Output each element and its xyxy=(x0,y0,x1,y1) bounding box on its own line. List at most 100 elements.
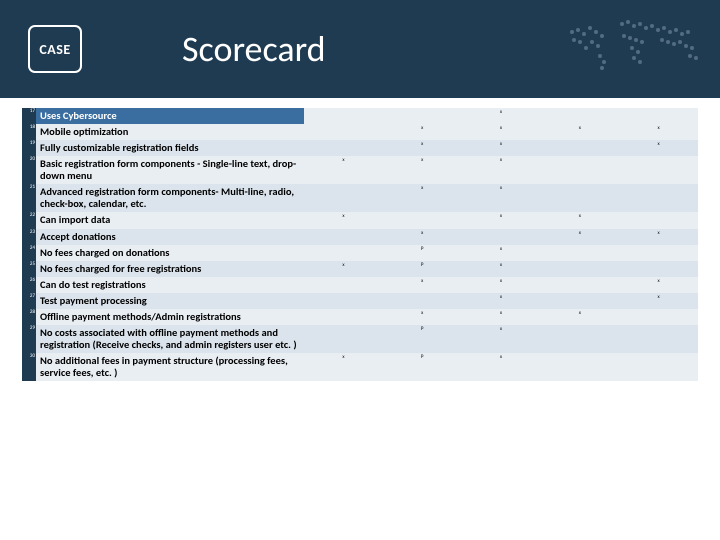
row-label: Test payment processing xyxy=(36,293,304,309)
cell-mark xyxy=(304,229,383,245)
row-number: 29 xyxy=(22,325,36,353)
table-row: 18Mobile optimizationxxxx xyxy=(22,124,698,140)
table-row: 28Offline payment methods/Admin registra… xyxy=(22,309,698,325)
cell-mark: x xyxy=(383,140,462,156)
row-label: Fully customizable registration fields xyxy=(36,140,304,156)
table-row: 21Advanced registration form components-… xyxy=(22,184,698,212)
row-label: No fees charged on donations xyxy=(36,245,304,261)
cell-mark: x xyxy=(462,353,541,381)
cell-mark: P xyxy=(383,261,462,277)
cell-mark xyxy=(619,108,698,124)
cell-mark: x xyxy=(383,229,462,245)
cell-mark xyxy=(540,156,619,184)
cell-mark xyxy=(304,140,383,156)
row-number: 25 xyxy=(22,261,36,277)
cell-mark xyxy=(304,184,383,212)
cell-mark xyxy=(462,229,541,245)
cell-mark xyxy=(304,277,383,293)
cell-mark: x xyxy=(462,309,541,325)
table-row: 19Fully customizable registration fields… xyxy=(22,140,698,156)
cell-mark: x xyxy=(383,309,462,325)
table-row: 24No fees charged on donationsPx xyxy=(22,245,698,261)
cell-mark xyxy=(619,325,698,353)
cell-mark: x xyxy=(462,277,541,293)
row-number: 18 xyxy=(22,124,36,140)
row-number: 19 xyxy=(22,140,36,156)
cell-mark xyxy=(383,212,462,228)
cell-mark xyxy=(540,245,619,261)
cell-mark: x xyxy=(383,184,462,212)
cell-mark: P xyxy=(383,245,462,261)
cell-mark xyxy=(619,353,698,381)
table-row: 17Uses Cybersourcex xyxy=(22,108,698,124)
row-label: Accept donations xyxy=(36,229,304,245)
row-number: 20 xyxy=(22,156,36,184)
cell-mark xyxy=(304,124,383,140)
slide-header: CASE Scorecard xyxy=(0,0,720,98)
row-label: Can import data xyxy=(36,212,304,228)
cell-mark: x xyxy=(462,124,541,140)
cell-mark: P xyxy=(383,353,462,381)
cell-mark xyxy=(619,156,698,184)
cell-mark: x xyxy=(619,277,698,293)
row-number: 22 xyxy=(22,212,36,228)
cell-mark: x xyxy=(304,156,383,184)
cell-mark: x xyxy=(462,108,541,124)
row-label: Uses Cybersource xyxy=(36,108,304,124)
cell-mark: x xyxy=(462,261,541,277)
cell-mark xyxy=(540,293,619,309)
table-row: 27Test payment processingxx xyxy=(22,293,698,309)
cell-mark: x xyxy=(540,229,619,245)
row-number: 28 xyxy=(22,309,36,325)
table-row: 25No fees charged for free registrations… xyxy=(22,261,698,277)
row-label: Advanced registration form components- M… xyxy=(36,184,304,212)
cell-mark: x xyxy=(304,261,383,277)
cell-mark: x xyxy=(462,184,541,212)
row-number: 23 xyxy=(22,229,36,245)
cell-mark: x xyxy=(462,140,541,156)
cell-mark xyxy=(540,277,619,293)
cell-mark xyxy=(540,261,619,277)
table-row: 26Can do test registrationsxxx xyxy=(22,277,698,293)
cell-mark xyxy=(304,293,383,309)
cell-mark xyxy=(619,245,698,261)
cell-mark xyxy=(383,108,462,124)
cell-mark: x xyxy=(462,245,541,261)
case-logo: CASE xyxy=(28,25,82,73)
cell-mark xyxy=(383,293,462,309)
row-label: Can do test registrations xyxy=(36,277,304,293)
row-number: 26 xyxy=(22,277,36,293)
cell-mark xyxy=(540,325,619,353)
cell-mark: x xyxy=(304,353,383,381)
cell-mark xyxy=(540,184,619,212)
logo-text: CASE xyxy=(39,41,70,58)
cell-mark: x xyxy=(619,124,698,140)
table-row: 23Accept donationsxxx xyxy=(22,229,698,245)
world-map-icon xyxy=(562,12,712,82)
cell-mark: x xyxy=(383,124,462,140)
scorecard-table: 17Uses Cybersourcex18Mobile optimization… xyxy=(22,108,698,381)
scorecard-content: 17Uses Cybersourcex18Mobile optimization… xyxy=(0,98,720,381)
row-label: Offline payment methods/Admin registrati… xyxy=(36,309,304,325)
cell-mark xyxy=(540,140,619,156)
table-row: 30No additional fees in payment structur… xyxy=(22,353,698,381)
cell-mark: P xyxy=(383,325,462,353)
cell-mark: x xyxy=(383,156,462,184)
row-number: 21 xyxy=(22,184,36,212)
cell-mark xyxy=(304,309,383,325)
table-row: 29No costs associated with offline payme… xyxy=(22,325,698,353)
cell-mark: x xyxy=(540,309,619,325)
cell-mark xyxy=(304,245,383,261)
cell-mark xyxy=(619,309,698,325)
row-label: No fees charged for free registrations xyxy=(36,261,304,277)
cell-mark: x xyxy=(383,277,462,293)
cell-mark xyxy=(619,212,698,228)
cell-mark: x xyxy=(462,212,541,228)
cell-mark: x xyxy=(462,156,541,184)
cell-mark xyxy=(540,353,619,381)
cell-mark xyxy=(304,108,383,124)
row-label: Mobile optimization xyxy=(36,124,304,140)
cell-mark: x xyxy=(619,229,698,245)
cell-mark: x xyxy=(540,212,619,228)
cell-mark: x xyxy=(619,140,698,156)
